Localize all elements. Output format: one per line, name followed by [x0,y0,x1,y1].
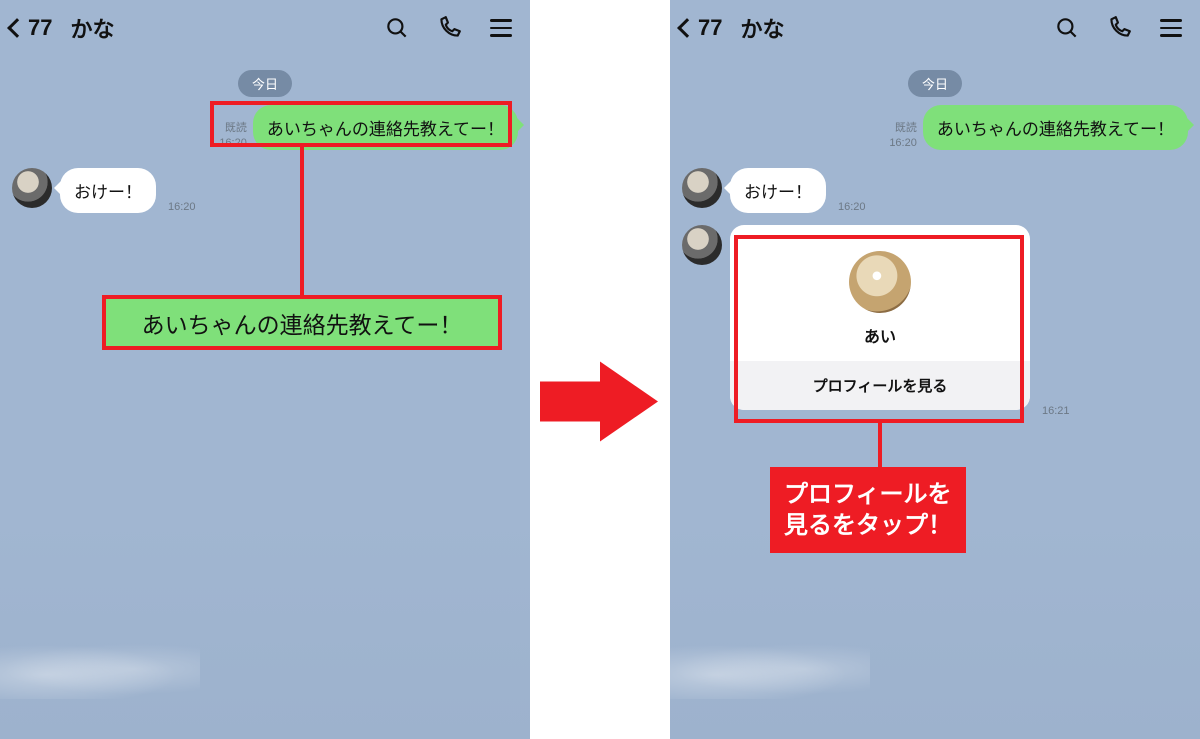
incoming-message: おけー！ 16:20 [12,168,196,213]
phone-right: 77 かな 今日 既読 16:20 あいちゃんの連 [670,0,1200,739]
message-text: おけー！ [744,183,812,202]
incoming-message: おけー！ 16:20 [682,168,866,213]
call-icon[interactable] [436,15,462,41]
menu-icon[interactable] [488,15,514,41]
cloud-deco [0,639,200,699]
contact-card-message: あい プロフィールを見る 16:21 [682,225,1070,417]
read-status: 既読 [889,121,917,135]
avatar[interactable] [682,168,722,208]
highlight-connector [878,423,882,467]
instruction-callout: プロフィールを 見るをタップ！ [770,467,966,553]
search-icon[interactable] [384,15,410,41]
chat-title: かな [740,12,784,44]
contact-name: あい [864,323,896,347]
outgoing-bubble[interactable]: あいちゃんの連絡先教えてー！ [923,105,1188,150]
date-chip: 今日 [238,70,292,97]
back-button[interactable]: 77 [10,15,52,41]
cloud-deco [670,639,870,699]
message-time: 16:20 [889,136,917,150]
message-meta: 既読 16:20 [219,121,247,150]
message-text: おけー！ [74,183,142,202]
header-actions [384,15,520,41]
header-actions [1054,15,1190,41]
date-chip: 今日 [908,70,962,97]
incoming-bubble[interactable]: おけー！ [60,168,156,213]
comparison-stage: 77 かな 今日 既読 16:20 あいちゃんの連 [0,0,1200,739]
back-count: 77 [28,15,52,41]
panel-gap [530,0,670,739]
outgoing-message: 既読 16:20 あいちゃんの連絡先教えてー！ [219,105,518,150]
back-button[interactable]: 77 [680,15,722,41]
outgoing-message: 既読 16:20 あいちゃんの連絡先教えてー！ [889,105,1188,150]
incoming-bubble[interactable]: おけー！ [730,168,826,213]
view-profile-button[interactable]: プロフィールを見る [730,361,1030,410]
chat-title: かな [70,12,114,44]
avatar[interactable] [682,225,722,265]
contact-card-body: あい [730,243,1030,361]
message-text: あいちゃんの連絡先教えてー！ [267,120,504,139]
search-icon[interactable] [1054,15,1080,41]
menu-icon[interactable] [1158,15,1184,41]
call-icon[interactable] [1106,15,1132,41]
chevron-left-icon [677,18,697,38]
message-time: 16:20 [838,201,866,213]
message-meta: 既読 16:20 [889,121,917,150]
button-label: プロフィールを見る [813,378,948,395]
arrow-right-icon [540,356,660,446]
message-text: あいちゃんの連絡先教えてー！ [937,120,1174,139]
message-time: 16:20 [219,136,247,150]
highlight-connector [300,147,304,295]
back-count: 77 [698,15,722,41]
zoom-text: あいちゃんの連絡先教えてー！ [142,306,463,340]
read-status: 既読 [219,121,247,135]
contact-avatar[interactable] [849,251,911,313]
message-time: 16:20 [168,201,196,213]
message-time: 16:21 [1042,405,1070,417]
chevron-left-icon [7,18,27,38]
chat-header: 77 かな [670,0,1200,56]
chat-header: 77 かな [0,0,530,56]
avatar[interactable] [12,168,52,208]
phone-left: 77 かな 今日 既読 16:20 あいちゃんの連 [0,0,530,739]
outgoing-bubble[interactable]: あいちゃんの連絡先教えてー！ [253,105,518,150]
contact-card[interactable]: あい プロフィールを見る [730,225,1030,410]
highlight-box-zoom: あいちゃんの連絡先教えてー！ [102,295,502,350]
